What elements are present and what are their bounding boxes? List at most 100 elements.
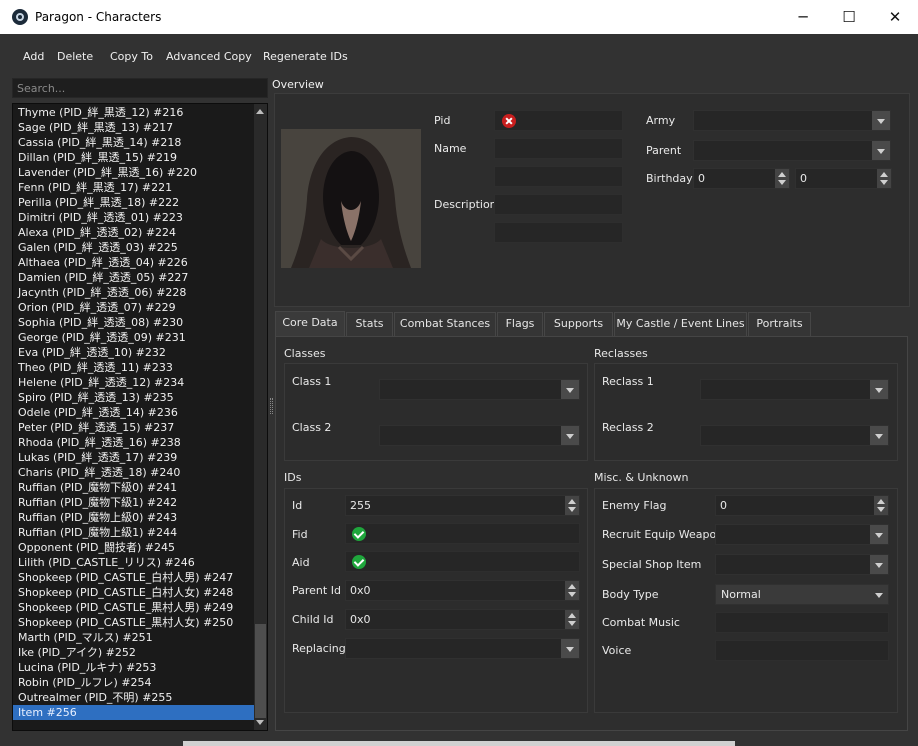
class2-dropdown[interactable] <box>379 425 580 446</box>
voice-field[interactable] <box>715 640 889 661</box>
description-display-field[interactable] <box>494 222 623 243</box>
horizontal-scrollbar[interactable] <box>183 741 735 746</box>
reclass2-dropdown[interactable] <box>700 425 889 446</box>
list-item[interactable]: Perilla (PID_絆_黒透_18) #222 <box>13 195 255 210</box>
list-item[interactable]: Odele (PID_絆_透透_14) #236 <box>13 405 255 420</box>
chevron-down-icon[interactable] <box>870 525 888 544</box>
character-list[interactable]: Thyme (PID_絆_黒透_12) #216 Sage (PID_絆_黒透_1… <box>12 103 268 731</box>
list-item[interactable]: Rhoda (PID_絆_透透_16) #238 <box>13 435 255 450</box>
spin-arrows-icon[interactable] <box>565 496 579 515</box>
child-id-spinbox[interactable]: 0x0 <box>345 609 580 630</box>
chevron-down-icon[interactable] <box>870 380 888 399</box>
id-spinbox[interactable]: 255 <box>345 495 580 516</box>
list-item[interactable]: Shopkeep (PID_CASTLE_黒村人男) #249 <box>13 600 255 615</box>
chevron-down-icon[interactable] <box>561 426 579 445</box>
reclass1-dropdown[interactable] <box>700 379 889 400</box>
list-item[interactable]: Thyme (PID_絆_黒透_12) #216 <box>13 105 255 120</box>
advanced-copy-button[interactable]: Advanced Copy <box>166 50 252 63</box>
list-item[interactable]: Helene (PID_絆_透透_12) #234 <box>13 375 255 390</box>
scroll-down-arrow-icon[interactable] <box>256 720 264 725</box>
search-input[interactable]: Search... <box>12 78 268 98</box>
chevron-down-icon[interactable] <box>870 555 888 574</box>
combat-music-field[interactable] <box>715 612 889 633</box>
chevron-down-icon[interactable] <box>561 639 579 658</box>
list-item[interactable]: Ruffian (PID_魔物下級1) #242 <box>13 495 255 510</box>
list-item[interactable]: Marth (PID_マルス) #251 <box>13 630 255 645</box>
list-item[interactable]: Shopkeep (PID_CASTLE_白村人女) #248 <box>13 585 255 600</box>
chevron-down-icon[interactable] <box>561 380 579 399</box>
tab-my-castle[interactable]: My Castle / Event Lines <box>614 312 747 336</box>
birthday-month-spinbox[interactable]: 0 <box>693 168 790 189</box>
scrollbar-thumb[interactable] <box>255 624 266 718</box>
scroll-up-arrow-icon[interactable] <box>256 109 264 114</box>
tab-combat-stances[interactable]: Combat Stances <box>394 312 496 336</box>
list-item[interactable]: Alexa (PID_絆_透透_02) #224 <box>13 225 255 240</box>
tab-stats[interactable]: Stats <box>346 312 393 336</box>
chevron-down-icon[interactable] <box>870 426 888 445</box>
tab-flags[interactable]: Flags <box>497 312 543 336</box>
list-item[interactable]: Item #256 <box>13 705 255 720</box>
list-item[interactable]: George (PID_絆_透透_09) #231 <box>13 330 255 345</box>
enemy-flag-spinbox[interactable]: 0 <box>715 495 889 516</box>
parent-dropdown[interactable] <box>693 140 891 161</box>
list-item[interactable]: Orion (PID_絆_透透_07) #229 <box>13 300 255 315</box>
name-display-field[interactable] <box>494 166 623 187</box>
list-item[interactable]: Ruffian (PID_魔物上級0) #243 <box>13 510 255 525</box>
tab-core-data[interactable]: Core Data <box>275 311 345 336</box>
list-item[interactable]: Dillan (PID_絆_黒透_15) #219 <box>13 150 255 165</box>
chevron-down-icon[interactable] <box>870 585 888 604</box>
list-item[interactable]: Charis (PID_絆_透透_18) #240 <box>13 465 255 480</box>
body-type-dropdown[interactable]: Normal <box>715 584 889 605</box>
pid-field[interactable] <box>494 110 623 131</box>
list-item[interactable]: Galen (PID_絆_透透_03) #225 <box>13 240 255 255</box>
list-item[interactable]: Fenn (PID_絆_黒透_17) #221 <box>13 180 255 195</box>
list-item[interactable]: Peter (PID_絆_透透_15) #237 <box>13 420 255 435</box>
chevron-down-icon[interactable] <box>872 141 890 160</box>
regenerate-ids-button[interactable]: Regenerate IDs <box>263 50 348 63</box>
aid-field[interactable] <box>345 551 580 572</box>
tab-portraits[interactable]: Portraits <box>748 312 811 336</box>
list-item[interactable]: Robin (PID_ルフレ) #254 <box>13 675 255 690</box>
tab-supports[interactable]: Supports <box>544 312 613 336</box>
spin-arrows-icon[interactable] <box>565 581 579 600</box>
splitter-handle[interactable] <box>270 398 273 414</box>
birthday-day-spinbox[interactable]: 0 <box>795 168 892 189</box>
close-button[interactable]: ✕ <box>872 0 918 34</box>
chevron-down-icon[interactable] <box>872 111 890 130</box>
list-item[interactable]: Lucina (PID_ルキナ) #253 <box>13 660 255 675</box>
parent-id-spinbox[interactable]: 0x0 <box>345 580 580 601</box>
spin-arrows-icon[interactable] <box>877 169 891 188</box>
list-item[interactable]: Lilith (PID_CASTLE_リリス) #246 <box>13 555 255 570</box>
list-item[interactable]: Lukas (PID_絆_透透_17) #239 <box>13 450 255 465</box>
spin-arrows-icon[interactable] <box>874 496 888 515</box>
special-shop-dropdown[interactable] <box>715 554 889 575</box>
recruit-equip-dropdown[interactable] <box>715 524 889 545</box>
copy-to-button[interactable]: Copy To <box>110 50 153 63</box>
list-item[interactable]: Ike (PID_アイク) #252 <box>13 645 255 660</box>
list-item[interactable]: Ruffian (PID_魔物上級1) #244 <box>13 525 255 540</box>
list-item[interactable]: Shopkeep (PID_CASTLE_黒村人女) #250 <box>13 615 255 630</box>
fid-field[interactable] <box>345 523 580 544</box>
list-item[interactable]: Shopkeep (PID_CASTLE_白村人男) #247 <box>13 570 255 585</box>
minimize-button[interactable]: ─ <box>780 0 826 34</box>
maximize-button[interactable]: ☐ <box>826 0 872 34</box>
list-item[interactable]: Eva (PID_絆_透透_10) #232 <box>13 345 255 360</box>
army-dropdown[interactable] <box>693 110 891 131</box>
list-item[interactable]: Cassia (PID_絆_黒透_14) #218 <box>13 135 255 150</box>
list-item[interactable]: Theo (PID_絆_透透_11) #233 <box>13 360 255 375</box>
list-scrollbar[interactable] <box>254 104 267 730</box>
list-item[interactable]: Althaea (PID_絆_透透_04) #226 <box>13 255 255 270</box>
list-item[interactable]: Dimitri (PID_絆_透透_01) #223 <box>13 210 255 225</box>
replacing-dropdown[interactable] <box>345 638 580 659</box>
list-item[interactable]: Damien (PID_絆_透透_05) #227 <box>13 270 255 285</box>
list-item[interactable]: Outrealmer (PID_不明) #255 <box>13 690 255 705</box>
list-item[interactable]: Jacynth (PID_絆_透透_06) #228 <box>13 285 255 300</box>
spin-arrows-icon[interactable] <box>775 169 789 188</box>
delete-button[interactable]: Delete <box>57 50 93 63</box>
name-field[interactable] <box>494 138 623 159</box>
list-item[interactable]: Opponent (PID_闘技者) #245 <box>13 540 255 555</box>
spin-arrows-icon[interactable] <box>565 610 579 629</box>
list-item[interactable]: Sage (PID_絆_黒透_13) #217 <box>13 120 255 135</box>
list-item[interactable]: Sophia (PID_絆_透透_08) #230 <box>13 315 255 330</box>
list-item[interactable]: Ruffian (PID_魔物下級0) #241 <box>13 480 255 495</box>
